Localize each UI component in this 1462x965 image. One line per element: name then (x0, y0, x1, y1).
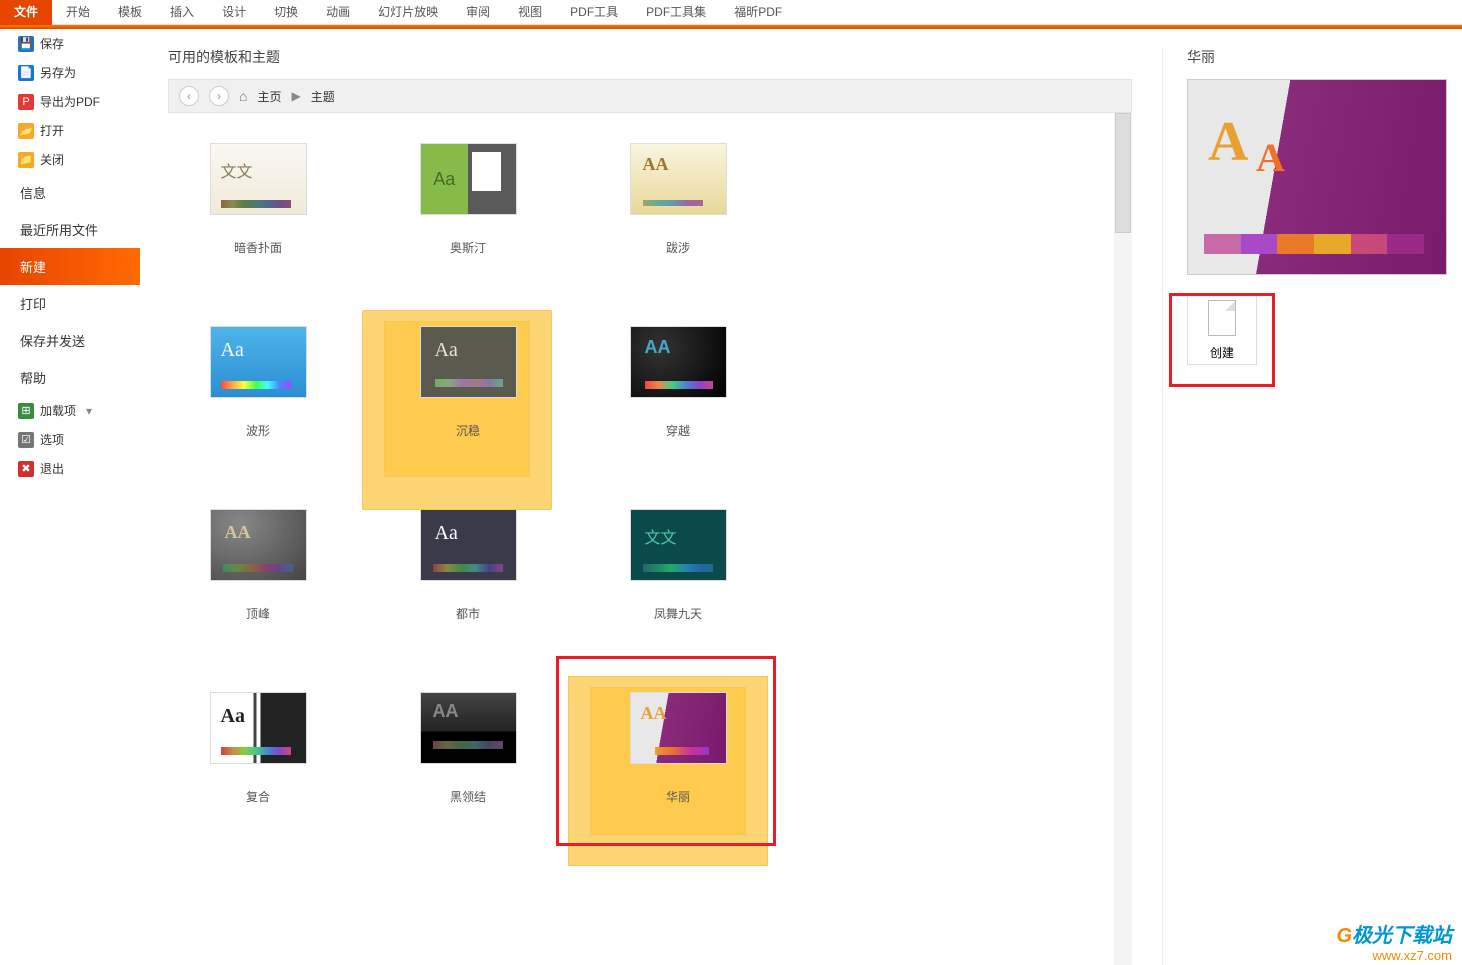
chevron-down-icon: ▾ (86, 404, 92, 418)
template-thumb: Aa (420, 143, 517, 215)
template-heilingji[interactable]: 黑领结 (408, 692, 528, 805)
sidebar-open[interactable]: 📂打开 (0, 116, 140, 145)
breadcrumb-home[interactable]: 主页 (257, 88, 281, 105)
template-thumb (630, 692, 727, 764)
sidebar-save[interactable]: 💾保存 (0, 29, 140, 58)
template-label: 黑领结 (450, 788, 486, 805)
template-label: 顶峰 (246, 605, 270, 622)
section-title: 可用的模板和主题 (168, 47, 1132, 67)
tab-pdf-toolset[interactable]: PDF工具集 (632, 0, 720, 25)
template-label: 波形 (246, 422, 270, 439)
template-thumb (420, 326, 517, 398)
template-boxing[interactable]: 波形 (198, 326, 318, 439)
template-huali[interactable]: 华丽 (618, 692, 738, 805)
sidebar-print[interactable]: 打印 (0, 285, 140, 322)
template-label: 华丽 (666, 788, 690, 805)
template-chuanyue[interactable]: 穿越 (618, 326, 738, 439)
template-label: 复合 (246, 788, 270, 805)
template-chenwen[interactable]: 沉稳 (408, 326, 528, 439)
template-label: 暗香扑面 (234, 239, 282, 256)
breadcrumb-sep-icon: ▶ (291, 89, 300, 103)
scrollbar-thumb[interactable] (1115, 113, 1131, 233)
addon-icon: ⊞ (18, 403, 34, 419)
pdf-icon: P (18, 94, 34, 110)
template-thumb (630, 509, 727, 581)
template-thumb (210, 326, 307, 398)
template-thumb (420, 509, 517, 581)
template-thumb (210, 692, 307, 764)
breadcrumb-bar: ‹ › ⌂ 主页 ▶ 主题 (168, 79, 1132, 113)
template-label: 都市 (456, 605, 480, 622)
save-icon: 💾 (18, 36, 34, 52)
create-label: 创建 (1210, 344, 1234, 361)
ribbon-tabs: 文件 开始 模板 插入 设计 切换 动画 幻灯片放映 审阅 视图 PDF工具 P… (0, 0, 1462, 25)
preview-panel: 华丽 AA 创建 (1162, 47, 1452, 965)
template-thumb (630, 143, 727, 215)
template-label: 凤舞九天 (654, 605, 702, 622)
sidebar-addon[interactable]: ⊞加载项▾ (0, 396, 140, 425)
tab-view[interactable]: 视图 (504, 0, 556, 25)
create-button[interactable]: 创建 (1187, 295, 1257, 365)
breadcrumb-current: 主题 (311, 88, 335, 105)
scrollbar[interactable] (1114, 113, 1132, 965)
sidebar-save-as[interactable]: 📄另存为 (0, 58, 140, 87)
nav-back-button[interactable]: ‹ (179, 86, 199, 106)
template-dingfeng[interactable]: 顶峰 (198, 509, 318, 622)
tab-pdf-tool[interactable]: PDF工具 (556, 0, 632, 25)
document-icon (1208, 300, 1236, 336)
template-label: 穿越 (666, 422, 690, 439)
tab-template[interactable]: 模板 (104, 0, 156, 25)
preview-thumbnail: AA (1187, 79, 1447, 275)
nav-forward-button[interactable]: › (209, 86, 229, 106)
template-anxiang[interactable]: 暗香扑面 (198, 143, 318, 256)
exit-icon: ✖ (18, 461, 34, 477)
file-sidebar: 💾保存 📄另存为 P导出为PDF 📂打开 📁关闭 信息 最近所用文件 新建 打印… (0, 29, 140, 965)
home-icon[interactable]: ⌂ (239, 88, 247, 104)
template-label: 沉稳 (456, 422, 480, 439)
open-icon: 📂 (18, 123, 34, 139)
tab-transition[interactable]: 切换 (260, 0, 312, 25)
template-thumb (420, 692, 517, 764)
watermark: G极光下载站 www.xz7.com (1336, 919, 1452, 963)
tab-home[interactable]: 开始 (52, 0, 104, 25)
tab-file[interactable]: 文件 (0, 0, 52, 25)
close-icon: 📁 (18, 152, 34, 168)
sidebar-recent[interactable]: 最近所用文件 (0, 211, 140, 248)
preview-title: 华丽 (1187, 47, 1432, 67)
sidebar-save-send[interactable]: 保存并发送 (0, 322, 140, 359)
sidebar-close[interactable]: 📁关闭 (0, 145, 140, 174)
tab-design[interactable]: 设计 (208, 0, 260, 25)
tab-slideshow[interactable]: 幻灯片放映 (364, 0, 452, 25)
template-bashe[interactable]: 跋涉 (618, 143, 738, 256)
sidebar-new[interactable]: 新建 (0, 248, 140, 285)
tab-review[interactable]: 审阅 (452, 0, 504, 25)
tab-animation[interactable]: 动画 (312, 0, 364, 25)
sidebar-options[interactable]: ☑选项 (0, 425, 140, 454)
template-label: 奥斯汀 (450, 239, 486, 256)
template-fuhe[interactable]: 复合 (198, 692, 318, 805)
sidebar-info[interactable]: 信息 (0, 174, 140, 211)
sidebar-help[interactable]: 帮助 (0, 359, 140, 396)
template-grid: 暗香扑面 Aa 奥斯汀 跋涉 波形 (168, 113, 1132, 965)
template-dushi[interactable]: 都市 (408, 509, 528, 622)
template-thumb (630, 326, 727, 398)
tab-insert[interactable]: 插入 (156, 0, 208, 25)
template-thumb (210, 509, 307, 581)
template-label: 跋涉 (666, 239, 690, 256)
template-thumb (210, 143, 307, 215)
tab-foxit-pdf[interactable]: 福昕PDF (720, 0, 796, 25)
template-fengwu[interactable]: 凤舞九天 (618, 509, 738, 622)
template-austin[interactable]: Aa 奥斯汀 (408, 143, 528, 256)
saveas-icon: 📄 (18, 65, 34, 81)
sidebar-exit[interactable]: ✖退出 (0, 454, 140, 483)
sidebar-export-pdf[interactable]: P导出为PDF (0, 87, 140, 116)
options-icon: ☑ (18, 432, 34, 448)
